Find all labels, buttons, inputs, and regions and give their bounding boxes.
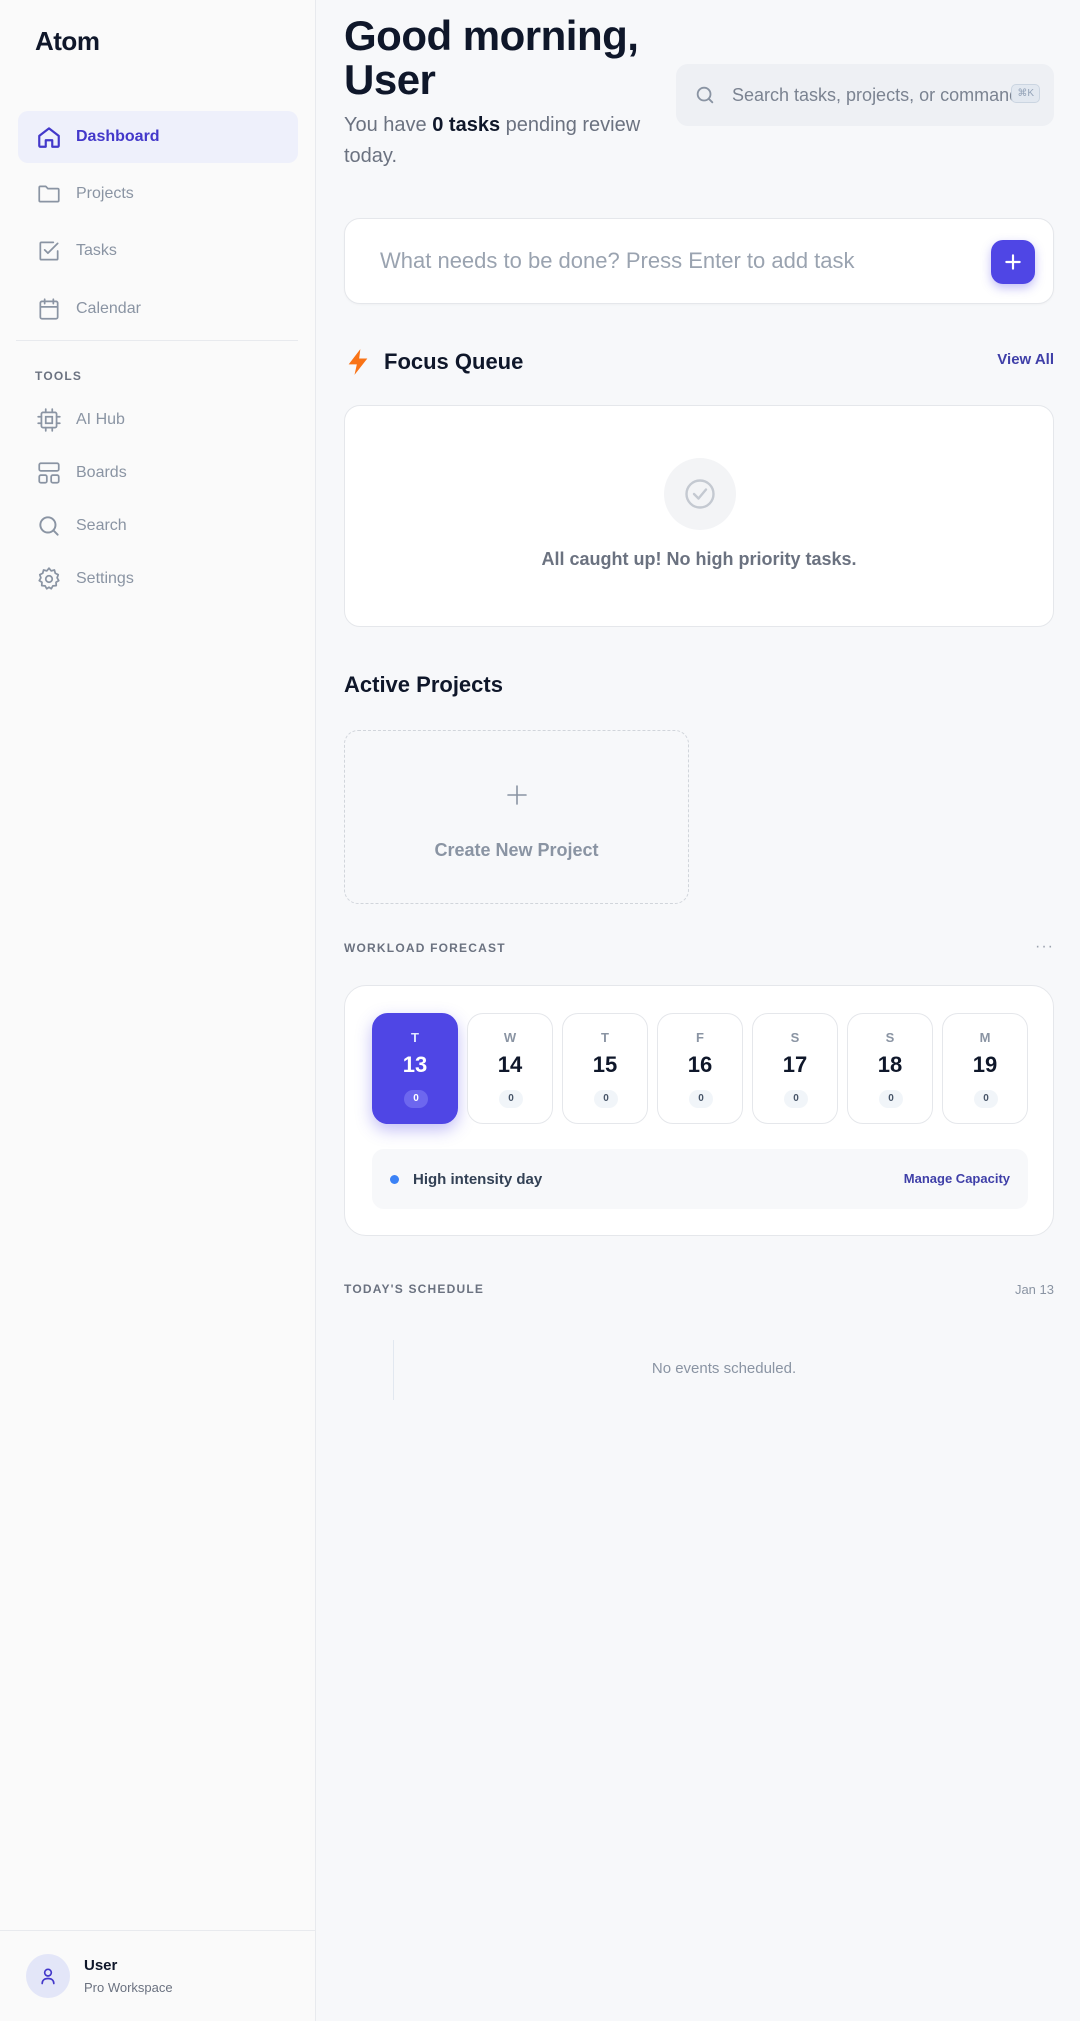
day-card[interactable]: S 17 0	[752, 1013, 838, 1124]
task-count-badge: 0	[499, 1090, 523, 1108]
search-input[interactable]	[732, 84, 1012, 106]
sidebar-item-search[interactable]: Search	[18, 500, 298, 552]
sidebar-item-calendar[interactable]: Calendar	[18, 283, 298, 335]
checkbox-icon	[36, 238, 62, 264]
cpu-icon	[36, 407, 62, 433]
quick-add-input[interactable]	[380, 248, 960, 274]
empty-state-check-icon	[664, 458, 736, 530]
sidebar-item-label: Boards	[76, 464, 127, 481]
task-count-badge: 0	[404, 1090, 428, 1108]
sidebar-item-label: Dashboard	[76, 128, 160, 145]
user-icon	[41, 1968, 55, 1985]
sidebar-item-tasks[interactable]: Tasks	[18, 225, 298, 277]
schedule-empty-text: No events scheduled.	[651, 1360, 797, 1377]
gear-icon	[36, 566, 62, 592]
day-card[interactable]: T 15 0	[562, 1013, 648, 1124]
pending-count: 0 tasks	[432, 114, 501, 136]
schedule-heading: TODAY'S SCHEDULE	[344, 1282, 485, 1296]
task-count-badge: 0	[879, 1090, 903, 1108]
avatar	[26, 1954, 70, 1998]
calendar-icon	[36, 296, 62, 322]
workload-card: T 13 0 W 14 0 T 15 0 F 16 0 S 17 0 S 18 …	[344, 985, 1054, 1236]
task-count-badge: 0	[974, 1090, 998, 1108]
workload-heading: WORKLOAD FORECAST	[344, 941, 506, 955]
layout-icon	[36, 460, 62, 486]
plus-icon	[507, 785, 527, 805]
create-project-label: Create New Project	[434, 840, 599, 860]
legend-dot	[390, 1174, 399, 1184]
search-icon	[36, 513, 62, 539]
sidebar-item-label: Calendar	[76, 300, 141, 317]
sidebar-item-ai-hub[interactable]: AI Hub	[18, 394, 298, 446]
create-project-card[interactable]: Create New Project	[344, 730, 689, 904]
user-name: User	[84, 1957, 118, 1974]
manage-capacity-link[interactable]: Manage Capacity	[904, 1171, 1010, 1186]
page-subtitle: You have 0 tasks pending review today.	[344, 114, 641, 167]
sidebar-item-label: Tasks	[76, 242, 117, 259]
task-count-badge: 0	[689, 1090, 713, 1108]
add-task-button[interactable]	[991, 240, 1035, 284]
brand-logo[interactable]: Atom	[35, 26, 100, 57]
lightning-icon	[348, 349, 368, 375]
focus-queue-card: All caught up! No high priority tasks.	[344, 405, 1054, 627]
sidebar: Atom Dashboard Projects Tasks Calendar T…	[0, 0, 316, 2021]
folder-icon	[36, 181, 62, 207]
plus-icon	[1005, 254, 1021, 270]
focus-queue-heading: Focus Queue	[344, 347, 523, 377]
global-search[interactable]: ⌘K	[676, 64, 1054, 126]
active-projects-heading: Active Projects	[344, 672, 503, 697]
view-all-link[interactable]: View All	[997, 351, 1054, 368]
task-count-badge: 0	[784, 1090, 808, 1108]
day-card[interactable]: W 14 0	[467, 1013, 553, 1124]
day-card[interactable]: M 19 0	[942, 1013, 1028, 1124]
sidebar-item-label: AI Hub	[76, 411, 125, 428]
page-title: Good morning, User	[344, 12, 639, 103]
day-card[interactable]: S 18 0	[847, 1013, 933, 1124]
sidebar-item-settings[interactable]: Settings	[18, 553, 298, 605]
search-icon	[696, 86, 714, 104]
sidebar-item-label: Projects	[76, 185, 134, 202]
legend-text: High intensity day	[413, 1170, 543, 1188]
more-options-icon[interactable]: ···	[1035, 938, 1054, 956]
workload-legend: High intensity day Manage Capacity	[372, 1149, 1028, 1209]
user-workspace: Pro Workspace	[84, 1980, 173, 1995]
sidebar-item-boards[interactable]: Boards	[18, 447, 298, 499]
day-card[interactable]: F 16 0	[657, 1013, 743, 1124]
user-profile[interactable]: User Pro Workspace	[0, 1930, 316, 2021]
quick-add-task	[344, 218, 1054, 304]
sidebar-item-dashboard[interactable]: Dashboard	[18, 111, 298, 163]
tools-section-label: TOOLS	[35, 369, 83, 383]
schedule-date: Jan 13	[1014, 1282, 1054, 1297]
task-count-badge: 0	[594, 1090, 618, 1108]
sidebar-item-label: Search	[76, 517, 127, 534]
nav-divider	[16, 340, 298, 341]
sidebar-item-projects[interactable]: Projects	[18, 168, 298, 220]
day-card[interactable]: T 13 0	[372, 1013, 458, 1124]
shortcut-badge: ⌘K	[1011, 84, 1040, 103]
focus-queue-empty-text: All caught up! No high priority tasks.	[541, 549, 857, 569]
sidebar-item-label: Settings	[76, 570, 134, 587]
home-icon	[36, 124, 62, 150]
